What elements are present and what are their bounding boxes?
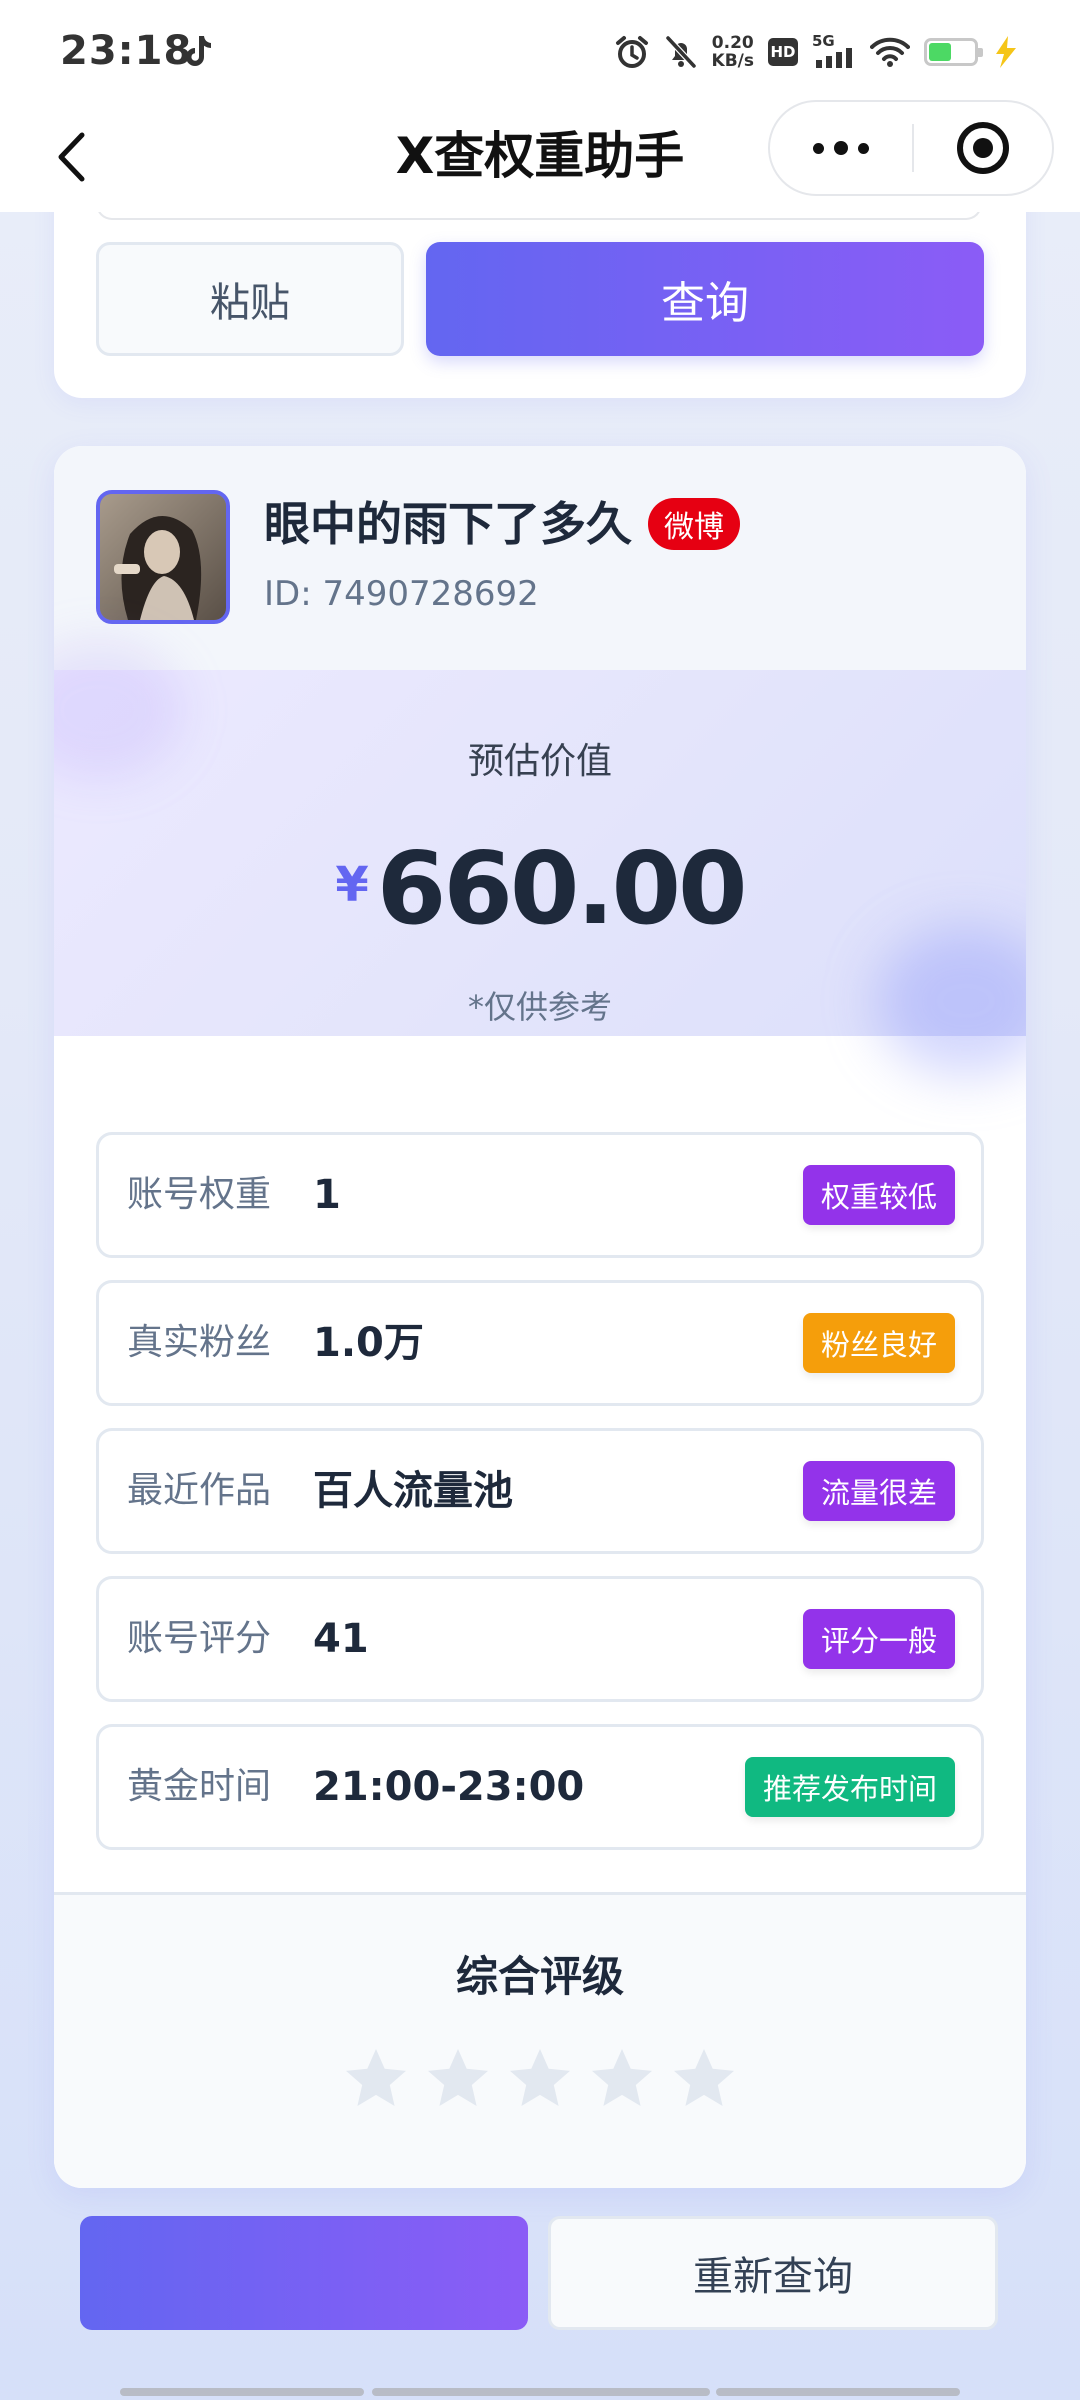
status-icons: 0.20 KB/s HD 5G	[614, 30, 1020, 74]
metric-value: 百人流量池	[313, 1468, 513, 1514]
net-speed: 0.20 KB/s	[712, 34, 754, 70]
metrics-list: 账号权重 1 权重较低 真实粉丝 1.0万 粉丝良好 最近作品 百人流量池 流量…	[96, 1132, 984, 1872]
user-id: ID: 7490728692	[264, 574, 539, 614]
metric-row-score: 账号评分 41 评分一般	[96, 1576, 984, 1702]
miniprogram-capsule	[768, 100, 1054, 196]
net-speed-value: 0.20	[711, 33, 754, 53]
rating-section: 综合评级	[54, 1892, 1026, 2188]
metric-tag: 权重较低	[802, 1165, 955, 1225]
net-speed-unit: KB/s	[711, 51, 754, 71]
more-button[interactable]	[770, 102, 912, 194]
rating-title: 综合评级	[455, 1952, 624, 2001]
tiktok-icon	[186, 36, 211, 66]
wifi-icon	[870, 37, 910, 67]
metric-row-golden-time: 黄金时间 21:00-23:00 推荐发布时间	[96, 1724, 984, 1850]
star-icon	[510, 2049, 570, 2106]
metric-row-weight: 账号权重 1 权重较低	[96, 1132, 984, 1258]
target-close-icon	[957, 122, 1009, 174]
query-button[interactable]: 查询	[426, 242, 984, 356]
primary-action-button[interactable]	[80, 2216, 528, 2330]
avatar	[96, 490, 230, 624]
requery-button[interactable]: 重新查询	[548, 2216, 998, 2330]
star-icon	[592, 2049, 652, 2106]
currency-symbol: ¥	[335, 857, 369, 913]
result-card: 眼中的雨下了多久 微博 ID: 7490728692 预估价值 ¥660.00 …	[54, 446, 1026, 2188]
metric-label: 黄金时间	[127, 1766, 272, 1807]
metric-label: 最近作品	[127, 1470, 272, 1511]
platform-badge: 微博	[648, 498, 740, 550]
rating-stars	[54, 2043, 1026, 2115]
star-icon	[428, 2049, 488, 2106]
metric-value: 21:00-23:00	[313, 1764, 585, 1810]
charging-icon	[996, 36, 1016, 68]
more-dots-icon	[813, 142, 824, 154]
metric-label: 账号权重	[127, 1174, 272, 1215]
close-miniprogram-button[interactable]	[914, 102, 1052, 194]
metric-tag: 流量很差	[802, 1461, 955, 1521]
metric-tag: 推荐发布时间	[744, 1757, 955, 1817]
profile-header: 眼中的雨下了多久 微博 ID: 7490728692	[54, 446, 1026, 670]
metric-value: 1.0万	[313, 1320, 424, 1366]
metric-tag: 评分一般	[802, 1609, 955, 1669]
metric-row-fans: 真实粉丝 1.0万 粉丝良好	[96, 1280, 984, 1406]
status-bar: 23:18 0.20 KB/s HD 5G	[0, 0, 1080, 100]
alarm-icon	[615, 36, 648, 68]
scroll-indicator	[716, 2388, 960, 2396]
metric-label: 账号评分	[127, 1618, 272, 1659]
valuation-note: *仅供参考	[467, 988, 612, 1026]
metric-label: 真实粉丝	[127, 1322, 272, 1363]
hd-badge: HD	[768, 38, 798, 66]
paste-button[interactable]: 粘贴	[96, 242, 404, 356]
valuation-section: 预估价值 ¥660.00 *仅供参考	[54, 640, 1026, 1076]
signal-icon: 5G	[812, 32, 856, 70]
metric-value: 41	[313, 1616, 369, 1662]
star-icon	[674, 2049, 734, 2106]
metric-row-recent-works: 最近作品 百人流量池 流量很差	[96, 1428, 984, 1554]
valuation-label: 预估价值	[467, 741, 612, 782]
username: 眼中的雨下了多久	[264, 497, 632, 551]
valuation-amount: ¥660.00	[54, 830, 1026, 973]
valuation-number: 660.00	[376, 830, 748, 947]
scroll-indicator	[120, 2388, 364, 2396]
mute-icon	[665, 35, 696, 69]
scroll-indicator	[372, 2388, 710, 2396]
battery-icon	[924, 38, 983, 66]
status-time: 23:18	[60, 28, 193, 74]
metric-tag: 粉丝良好	[802, 1313, 955, 1373]
metric-value: 1	[313, 1172, 341, 1218]
star-icon	[346, 2049, 406, 2106]
